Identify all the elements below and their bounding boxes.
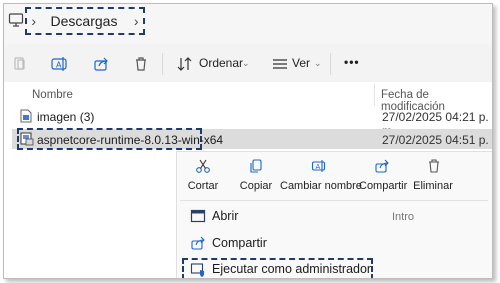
share-menu-item[interactable]: Compartir bbox=[359, 180, 407, 192]
open-icon bbox=[189, 207, 207, 225]
installer-file-icon bbox=[20, 132, 34, 146]
file-name[interactable]: imagen (3) bbox=[37, 110, 94, 124]
copy-icon[interactable] bbox=[247, 157, 265, 175]
chevron-down-icon: ⌄ bbox=[242, 58, 250, 68]
this-pc-icon[interactable] bbox=[8, 12, 24, 28]
share-icon bbox=[189, 234, 207, 252]
svg-text:A: A bbox=[56, 61, 62, 70]
file-explorer-window: › Descargas › A Ordenar ⌄ Ver ⌄ ••• Nomb… bbox=[3, 3, 493, 279]
column-divider[interactable] bbox=[374, 84, 375, 106]
menu-divider bbox=[180, 200, 488, 201]
view-button[interactable]: Ver bbox=[292, 56, 310, 70]
sort-button[interactable]: Ordenar bbox=[199, 56, 243, 70]
toolbar-divider bbox=[330, 53, 331, 75]
trash-icon[interactable] bbox=[425, 157, 443, 175]
chevron-right-icon[interactable]: › bbox=[129, 13, 143, 29]
rename-menu-item[interactable]: Cambiar nombre bbox=[280, 180, 362, 192]
chevron-right-icon: › bbox=[31, 13, 37, 29]
breadcrumb-descargas[interactable]: Descargas bbox=[51, 13, 118, 29]
rename-icon: A bbox=[51, 57, 67, 71]
scissors-icon[interactable] bbox=[194, 157, 212, 175]
chevron-down-icon: ⌄ bbox=[314, 58, 322, 68]
toolbar-divider bbox=[162, 53, 163, 75]
cut-toolbar-button[interactable] bbox=[9, 53, 31, 75]
file-name[interactable]: aspnetcore-runtime-8.0.13-win-x64 bbox=[37, 133, 223, 147]
share-icon bbox=[94, 57, 108, 71]
share-toolbar-button[interactable] bbox=[90, 53, 112, 75]
cut-icon bbox=[14, 57, 25, 70]
copy-menu-item[interactable]: Copiar bbox=[238, 180, 274, 192]
cut-menu-item[interactable]: Cortar bbox=[185, 180, 221, 192]
breadcrumb[interactable]: › Descargas › bbox=[25, 7, 145, 35]
column-header-name[interactable]: Nombre bbox=[32, 89, 73, 101]
open-shortcut: Intro bbox=[392, 211, 415, 223]
delete-toolbar-button[interactable] bbox=[130, 53, 152, 75]
rename-icon[interactable]: A bbox=[310, 157, 328, 175]
share-menu-row[interactable]: Compartir bbox=[212, 236, 267, 250]
share-icon[interactable] bbox=[373, 157, 391, 175]
trash-icon bbox=[136, 57, 146, 71]
more-options-button[interactable]: ••• bbox=[344, 55, 360, 69]
file-icon bbox=[20, 109, 32, 123]
rename-toolbar-button[interactable]: A bbox=[48, 53, 70, 75]
sort-icon[interactable] bbox=[174, 53, 196, 75]
open-menu-item[interactable]: Abrir bbox=[212, 209, 238, 223]
run-as-admin-menu-item[interactable]: Ejecutar como administrador bbox=[212, 262, 371, 276]
command-bar: A Ordenar ⌄ Ver ⌄ ••• bbox=[4, 44, 492, 83]
view-icon[interactable] bbox=[269, 53, 291, 75]
svg-text:A: A bbox=[316, 163, 321, 171]
delete-menu-item[interactable]: Eliminar bbox=[412, 180, 454, 192]
admin-shield-icon bbox=[189, 261, 207, 278]
